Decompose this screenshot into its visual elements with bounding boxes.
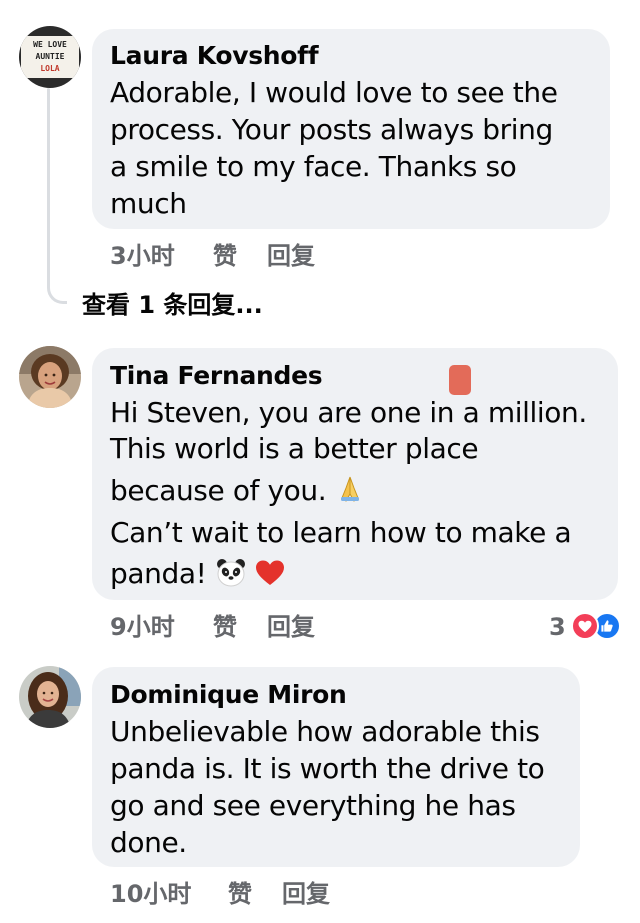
avatar-letterboard-line-1: WE LOVE bbox=[33, 40, 67, 49]
comment-text-line-with-emoji: panda! bbox=[110, 557, 285, 591]
comment-text-line: panda is. It is worth the drive to bbox=[110, 752, 545, 785]
comment-text-line: a smile to my face. Thanks so bbox=[110, 150, 517, 183]
heart-reaction-icon bbox=[571, 612, 599, 640]
comment-text-line: Unbelievable how adorable this bbox=[110, 715, 540, 748]
avatar-letterboard-line-3: LOLA bbox=[40, 64, 59, 73]
like-button[interactable]: 赞 bbox=[213, 612, 237, 642]
comment-text-line: go and see everything he has bbox=[110, 789, 516, 822]
comment-text-line: much bbox=[110, 187, 187, 220]
view-replies-link[interactable]: 查看 1 条回复... bbox=[82, 290, 263, 320]
comment-text-segment: because of you. bbox=[110, 474, 327, 507]
comment-text-segment: panda! bbox=[110, 557, 207, 590]
red-heart-icon bbox=[256, 560, 285, 585]
reaction-summary[interactable] bbox=[571, 612, 625, 640]
comment-text-line: process. Your posts always bring bbox=[110, 113, 553, 146]
letterboard-avatar-icon: WE LOVE AUNTIE LOLA bbox=[19, 26, 81, 88]
comment-text-line: Hi Steven, you are one in a million. bbox=[110, 396, 587, 429]
photo-avatar-icon bbox=[19, 666, 81, 728]
comment-author[interactable]: Laura Kovshoff bbox=[110, 41, 319, 71]
comment-text-line-with-emoji: because of you. bbox=[110, 474, 365, 508]
avatar-dominique-miron[interactable] bbox=[19, 666, 81, 728]
comment-text-line: This world is a better place bbox=[110, 432, 479, 465]
like-button[interactable]: 赞 bbox=[213, 241, 237, 271]
panda-face-icon bbox=[216, 559, 245, 587]
folded-hands-icon bbox=[340, 476, 359, 502]
comment-text-line: Adorable, I would love to see the bbox=[110, 76, 558, 109]
comment-timestamp[interactable]: 10小时 bbox=[110, 879, 191, 909]
reply-button[interactable]: 回复 bbox=[267, 241, 315, 271]
avatar-laura-kovshoff[interactable]: WE LOVE AUNTIE LOLA bbox=[19, 26, 81, 88]
reply-thread-curve bbox=[47, 262, 67, 304]
reply-button[interactable]: 回复 bbox=[282, 879, 330, 909]
reply-thread-line bbox=[47, 88, 50, 282]
avatar-tina-fernandes[interactable] bbox=[19, 346, 81, 408]
touch-highlight bbox=[449, 365, 471, 395]
comment-timestamp[interactable]: 9小时 bbox=[110, 612, 175, 642]
avatar-letterboard-line-2: AUNTIE bbox=[36, 52, 65, 61]
like-button[interactable]: 赞 bbox=[228, 879, 252, 909]
reaction-count[interactable]: 3 bbox=[549, 612, 566, 642]
comment-text-line: done. bbox=[110, 826, 187, 859]
photo-avatar-icon bbox=[19, 346, 81, 408]
comment-text-line: Can’t wait to learn how to make a bbox=[110, 516, 572, 549]
comment-author[interactable]: Dominique Miron bbox=[110, 680, 347, 710]
reply-button[interactable]: 回复 bbox=[267, 612, 315, 642]
comment-timestamp[interactable]: 3小时 bbox=[110, 241, 175, 271]
comment-author[interactable]: Tina Fernandes bbox=[110, 361, 323, 391]
